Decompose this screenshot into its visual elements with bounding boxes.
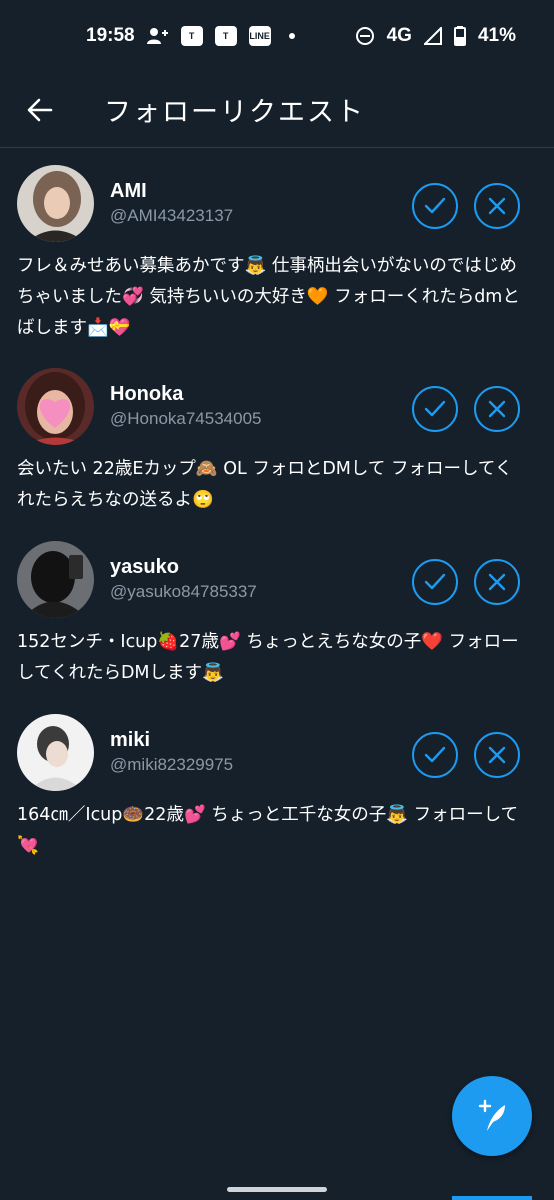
display-name[interactable]: miki bbox=[110, 729, 150, 752]
close-icon bbox=[488, 197, 506, 215]
bottom-accent-bar bbox=[452, 1196, 532, 1200]
compose-tweet-button[interactable] bbox=[452, 1076, 532, 1156]
back-button[interactable] bbox=[20, 90, 60, 130]
close-icon bbox=[488, 573, 506, 591]
compose-feather-icon bbox=[478, 1099, 505, 1131]
top-app-bar: フォローリクエスト bbox=[0, 72, 554, 148]
line-app-icon: LINE bbox=[248, 26, 271, 46]
checkmark-icon bbox=[424, 746, 446, 763]
username-handle: @AMI43423137 bbox=[110, 206, 234, 225]
decline-button[interactable] bbox=[474, 183, 520, 229]
accept-button[interactable] bbox=[412, 559, 458, 605]
battery-level: 41% bbox=[477, 25, 516, 46]
username-handle: @miki82329975 bbox=[110, 755, 234, 774]
bio-text: フレ＆みせあい募集あかです👼 仕事柄出会いがないのではじめちゃいました💞 気持ち… bbox=[17, 256, 520, 338]
status-bar-left: 19:58 T T LINE bbox=[86, 25, 295, 47]
avatar[interactable] bbox=[17, 165, 94, 242]
display-name[interactable]: Honoka bbox=[110, 383, 183, 406]
avatar[interactable] bbox=[17, 368, 94, 445]
do-not-disturb-icon bbox=[355, 26, 375, 46]
username-handle: @yasuko84785337 bbox=[110, 582, 257, 601]
home-indicator[interactable] bbox=[227, 1187, 327, 1192]
decline-button[interactable] bbox=[474, 386, 520, 432]
checkmark-icon bbox=[424, 400, 446, 417]
accept-button[interactable] bbox=[412, 732, 458, 778]
signal-icon bbox=[423, 27, 442, 45]
status-bar: 19:58 T T LINE 4G 41% bbox=[0, 0, 554, 72]
add-contact-icon bbox=[146, 26, 169, 46]
teams-app-icon-2: T bbox=[214, 26, 237, 46]
decline-button[interactable] bbox=[474, 559, 520, 605]
display-name[interactable]: AMI bbox=[110, 180, 147, 203]
username-handle: @Honoka74534005 bbox=[110, 409, 262, 428]
more-notifications-dot bbox=[288, 33, 295, 39]
accept-button[interactable] bbox=[412, 386, 458, 432]
network-type: 4G bbox=[386, 25, 412, 46]
close-icon bbox=[488, 400, 506, 418]
status-bar-right: 4G 41% bbox=[355, 25, 516, 47]
bio-text: 164㎝／Icup🍩22歳💕 ちょっと工千な女の子👼 フォローして💘 bbox=[17, 805, 519, 856]
display-name[interactable]: yasuko bbox=[110, 556, 179, 579]
bio-text: 152センチ・Icup🍓27歳💕 ちょっとえちな女の子❤️ フォローしてくれたら… bbox=[17, 632, 519, 683]
avatar[interactable] bbox=[17, 541, 94, 618]
decline-button[interactable] bbox=[474, 732, 520, 778]
checkmark-icon bbox=[424, 197, 446, 214]
avatar[interactable] bbox=[17, 714, 94, 791]
accept-button[interactable] bbox=[412, 183, 458, 229]
page-title: フォローリクエスト bbox=[104, 97, 365, 128]
close-icon bbox=[488, 746, 506, 764]
clock: 19:58 bbox=[86, 25, 135, 46]
checkmark-icon bbox=[424, 573, 446, 590]
teams-app-icon: T bbox=[180, 26, 203, 46]
back-arrow-icon bbox=[27, 98, 53, 121]
bio-text: 会いたい 22歳Eカップ🙈 OL フォロとDMして フォローしてくれたらえちなの… bbox=[17, 459, 513, 510]
battery-icon bbox=[453, 26, 466, 46]
